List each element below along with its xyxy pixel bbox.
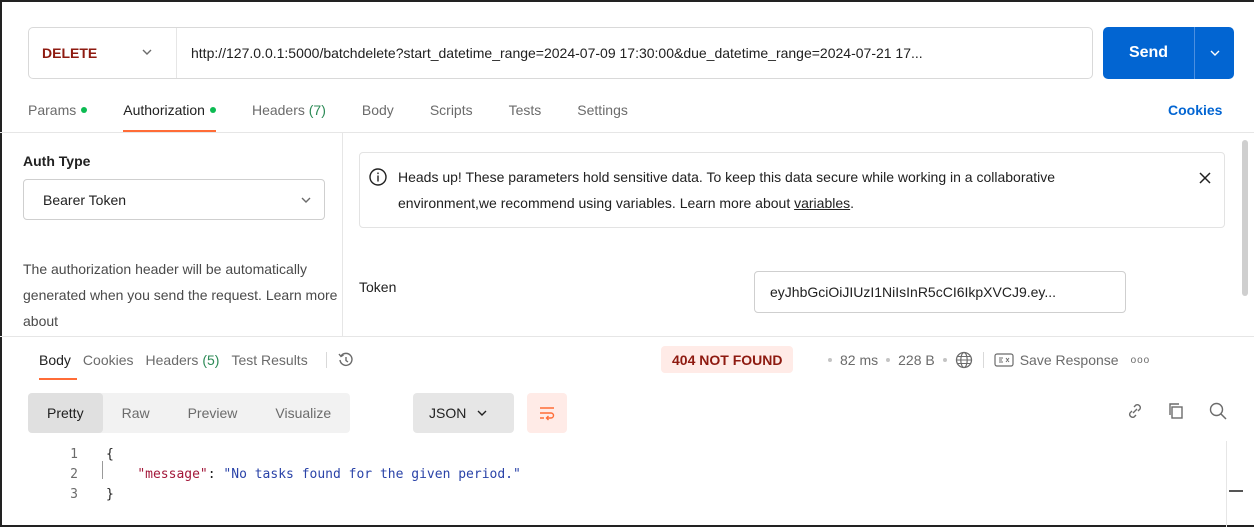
auth-type-label: Auth Type: [23, 153, 91, 169]
tab-label: Headers: [251, 102, 305, 118]
tab-scripts[interactable]: Scripts: [430, 102, 473, 132]
response-time[interactable]: 82 ms: [840, 352, 878, 368]
status-dot: [209, 107, 216, 114]
send-label: Send: [1128, 44, 1169, 61]
line-number: 1: [70, 446, 78, 462]
code-scroll-marker[interactable]: [1229, 490, 1243, 492]
auth-description: The authorization header will be automat…: [23, 261, 338, 329]
request-bar: DELETE http://127.0.0.1:5000/batchdelete…: [28, 27, 1093, 79]
view-pretty[interactable]: Pretty: [28, 393, 103, 433]
indent-guide: [102, 461, 103, 479]
code-line: 3 }: [0, 484, 1220, 504]
code-line: 1 {: [0, 444, 1220, 464]
tab-params[interactable]: Params: [28, 102, 88, 132]
tab-authorization[interactable]: Authorization: [123, 102, 216, 132]
method-select[interactable]: DELETE: [29, 28, 177, 78]
request-tabs: Params Authorization Headers (7) Body Sc…: [28, 102, 664, 132]
view-preview[interactable]: Preview: [169, 393, 257, 433]
search-icon[interactable]: [1208, 401, 1228, 421]
status-badge[interactable]: 404 NOT FOUND: [661, 346, 794, 373]
code-line: 2 "message": "No tasks found for the giv…: [0, 464, 1220, 484]
tab-label: Scripts: [429, 102, 473, 118]
fold-gutter: [78, 484, 106, 504]
tab-count: (5): [202, 352, 220, 368]
globe-icon[interactable]: [955, 351, 973, 369]
token-label: Token: [359, 279, 397, 295]
close-icon[interactable]: [1198, 171, 1212, 185]
send-button[interactable]: Send: [1103, 27, 1234, 79]
separator-dot: [828, 358, 832, 362]
variables-link[interactable]: variables: [794, 195, 850, 211]
chevron-down-icon: [1210, 50, 1219, 56]
history-icon[interactable]: [337, 351, 355, 369]
sensitive-data-notice: Heads up! These parameters hold sensitiv…: [359, 152, 1225, 228]
divider: [0, 132, 1254, 133]
line-number: 2: [70, 466, 78, 482]
notice-text: Heads up! These parameters hold sensitiv…: [398, 164, 1118, 216]
send-options-button[interactable]: [1194, 27, 1234, 79]
line-number: 3: [70, 486, 78, 502]
tab-label: Headers: [145, 352, 199, 368]
json-value: "No tasks found for the given period.": [223, 466, 521, 482]
format-select[interactable]: JSON: [413, 393, 514, 433]
wrap-lines-button[interactable]: [527, 393, 567, 433]
tab-label: Body: [361, 102, 394, 118]
auth-type-select[interactable]: Bearer Token: [23, 179, 325, 220]
json-key: "message": [137, 466, 208, 482]
view-mode-switch: Pretty Raw Preview Visualize: [28, 393, 351, 433]
separator-dot: [942, 358, 947, 362]
tab-settings[interactable]: Settings: [577, 102, 628, 132]
divider: [342, 133, 343, 336]
link-icon[interactable]: [1125, 401, 1145, 421]
tab-response-cookies[interactable]: Cookies: [83, 352, 134, 368]
tab-label: Settings: [577, 102, 628, 118]
code-text: {: [106, 446, 114, 462]
response-size[interactable]: 228 B: [898, 352, 935, 368]
view-raw[interactable]: Raw: [103, 393, 169, 433]
code-text: }: [106, 486, 114, 502]
auth-type-value: Bearer Token: [43, 191, 127, 208]
more-options-icon[interactable]: ooo: [1131, 355, 1151, 366]
cookies-link[interactable]: Cookies: [1168, 102, 1222, 118]
response-body-code[interactable]: 1 { 2 "message": "No tasks found for the…: [0, 444, 1220, 504]
divider: [982, 352, 984, 368]
json-colon: :: [207, 466, 224, 482]
tab-tests[interactable]: Tests: [509, 102, 542, 132]
code-scrollbar-track: [1226, 441, 1227, 527]
tab-label: Params: [28, 102, 77, 118]
tab-label: Authorization: [123, 102, 205, 118]
notice-message: Heads up! These parameters hold sensitiv…: [398, 169, 1056, 211]
save-response-button[interactable]: Save Response: [1020, 352, 1119, 368]
url-input[interactable]: http://127.0.0.1:5000/batchdelete?start_…: [177, 45, 1077, 61]
chevron-down-icon: [477, 410, 487, 416]
divider: [325, 352, 327, 368]
tab-test-results[interactable]: Test Results: [231, 352, 307, 368]
tab-count: (7): [308, 102, 326, 118]
chevron-down-icon: [142, 49, 152, 55]
copy-icon[interactable]: [1166, 401, 1186, 421]
tab-label: Tests: [508, 102, 542, 118]
method-label: DELETE: [42, 45, 98, 61]
example-icon: [994, 353, 1014, 367]
format-value: JSON: [429, 405, 467, 421]
tab-response-body[interactable]: Body: [39, 352, 77, 380]
notice-end: .: [850, 195, 855, 211]
tab-headers[interactable]: Headers (7): [252, 102, 326, 132]
status-dot: [81, 107, 88, 114]
wrap-icon: [540, 407, 555, 421]
tab-response-headers[interactable]: Headers (5): [146, 352, 220, 368]
response-meta: 82 ms 228 B Save Response ooo: [828, 350, 1150, 370]
scrollbar[interactable]: [1242, 140, 1248, 296]
separator-dot: [886, 358, 891, 362]
chevron-down-icon: [301, 197, 311, 203]
code-text: "message": "No tasks found for the given…: [106, 467, 521, 482]
info-icon: [369, 168, 387, 186]
tab-body[interactable]: Body: [362, 102, 394, 132]
response-tabs: Body Cookies Headers (5) Test Results: [39, 351, 355, 380]
view-visualize[interactable]: Visualize: [256, 393, 350, 433]
divider: [0, 336, 1254, 337]
token-input[interactable]: eyJhbGciOiJIUzI1NiIsInR5cCI6IkpXVCJ9.ey.…: [754, 271, 1126, 313]
